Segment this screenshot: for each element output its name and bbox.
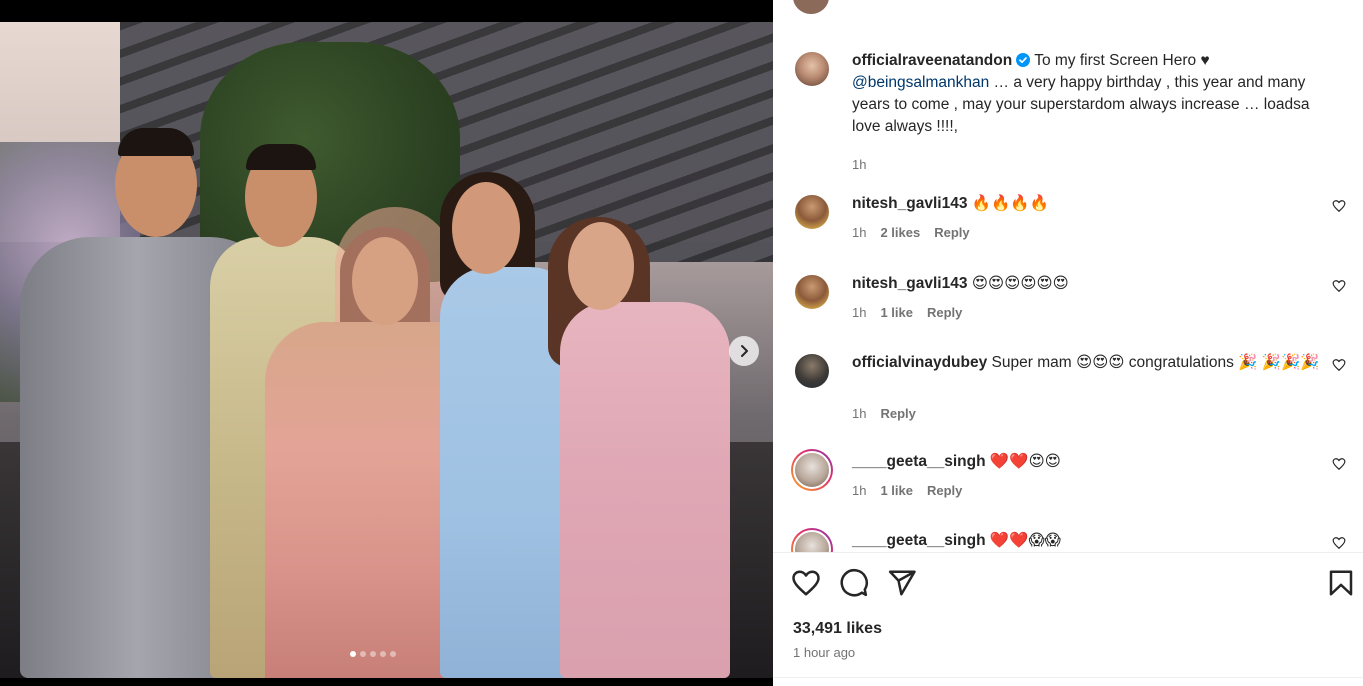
comment-time[interactable]: 1h — [852, 305, 866, 320]
comment-meta: 1h Reply — [852, 406, 916, 421]
reply-button[interactable]: Reply — [880, 406, 915, 421]
post-photo[interactable] — [0, 22, 773, 678]
carousel-dot — [380, 651, 386, 657]
heart-icon[interactable] — [791, 568, 821, 598]
comment-meta: 1h 1 like Reply — [852, 305, 962, 320]
comment-body: ❤️❤️😱😱 — [989, 532, 1061, 549]
comment-like-heart-icon[interactable] — [1332, 199, 1346, 213]
comment-icon[interactable] — [839, 568, 869, 598]
verified-badge-icon — [1016, 53, 1031, 67]
caption-time[interactable]: 1h — [852, 157, 866, 172]
post-sidebar: officialraveenatandon To my first Screen … — [773, 0, 1363, 686]
comments-list[interactable]: officialraveenatandon To my first Screen … — [773, 40, 1363, 552]
comment-time[interactable]: 1h — [852, 225, 866, 240]
comment-time[interactable]: 1h — [852, 483, 866, 498]
comment-text: nitesh_gavli143 😍😍😍😍😍😍 — [852, 273, 1322, 295]
carousel-dot — [350, 651, 356, 657]
carousel-indicator — [350, 651, 396, 657]
likes-count[interactable]: 33,491 likes — [793, 620, 882, 638]
post-timestamp[interactable]: 1 hour ago — [793, 645, 855, 660]
bookmark-icon[interactable] — [1326, 568, 1356, 598]
comment-meta: 1h 2 likes Reply — [852, 225, 970, 240]
comment-like-heart-icon[interactable] — [1332, 279, 1346, 293]
carousel-dot — [370, 651, 376, 657]
comment-body: ❤️❤️😍😍 — [989, 453, 1061, 470]
caption-mention[interactable]: @beingsalmankhan — [852, 74, 989, 91]
comment-username[interactable]: officialvinaydubey — [852, 354, 987, 371]
comment-username[interactable]: ____geeta__singh — [852, 453, 986, 470]
chevron-right-icon — [741, 345, 748, 357]
caption-username[interactable]: officialraveenatandon — [852, 52, 1012, 69]
reply-button[interactable]: Reply — [934, 225, 969, 240]
previous-comment-edge — [773, 0, 1363, 14]
comment-username[interactable]: nitesh_gavli143 — [852, 195, 967, 212]
caption-body: To my first Screen Hero ♥ — [1034, 52, 1210, 69]
paper-plane-icon[interactable] — [887, 568, 917, 598]
caption-meta: 1h — [852, 157, 866, 172]
comment-like-heart-icon[interactable] — [1332, 536, 1346, 550]
comment-meta: 1h 1 like Reply — [852, 483, 962, 498]
caption-text: officialraveenatandon To my first Screen … — [852, 50, 1322, 138]
reply-button[interactable]: Reply — [927, 305, 962, 320]
story-avatar[interactable] — [791, 449, 833, 491]
comment-like-heart-icon[interactable] — [1332, 358, 1346, 372]
comment-body: 😍😍😍😍😍😍 — [971, 275, 1069, 292]
reply-button[interactable]: Reply — [927, 483, 962, 498]
post-actions-bar — [773, 568, 1363, 602]
avatar[interactable] — [793, 193, 831, 231]
post-media-pane — [0, 0, 773, 686]
comment-likes-count[interactable]: 1 like — [880, 483, 913, 498]
comment-username[interactable]: nitesh_gavli143 — [852, 275, 967, 292]
section-divider — [773, 552, 1363, 553]
comment-body: 🔥🔥🔥🔥 — [971, 195, 1049, 212]
comment-like-heart-icon[interactable] — [1332, 457, 1346, 471]
story-avatar[interactable] — [791, 528, 833, 552]
avatar[interactable] — [793, 352, 831, 390]
comment-text: ____geeta__singh ❤️❤️😱😱 — [852, 530, 1322, 552]
avatar[interactable] — [793, 50, 831, 88]
comment-username[interactable]: ____geeta__singh — [852, 532, 986, 549]
comment-time[interactable]: 1h — [852, 406, 866, 421]
comment-text: nitesh_gavli143 🔥🔥🔥🔥 — [852, 193, 1322, 215]
carousel-dot — [360, 651, 366, 657]
avatar[interactable] — [793, 273, 831, 311]
carousel-next-button[interactable] — [729, 336, 759, 366]
comment-likes-count[interactable]: 1 like — [880, 305, 913, 320]
carousel-dot — [390, 651, 396, 657]
section-divider — [773, 677, 1363, 678]
comment-body: Super mam 😍😍😍 congratulations 🎉 🎉🎉🎉 — [991, 354, 1320, 371]
comment-likes-count[interactable]: 2 likes — [880, 225, 920, 240]
avatar — [793, 0, 829, 14]
comment-text: officialvinaydubey Super mam 😍😍😍 congrat… — [852, 352, 1322, 374]
comment-text: ____geeta__singh ❤️❤️😍😍 — [852, 451, 1322, 473]
